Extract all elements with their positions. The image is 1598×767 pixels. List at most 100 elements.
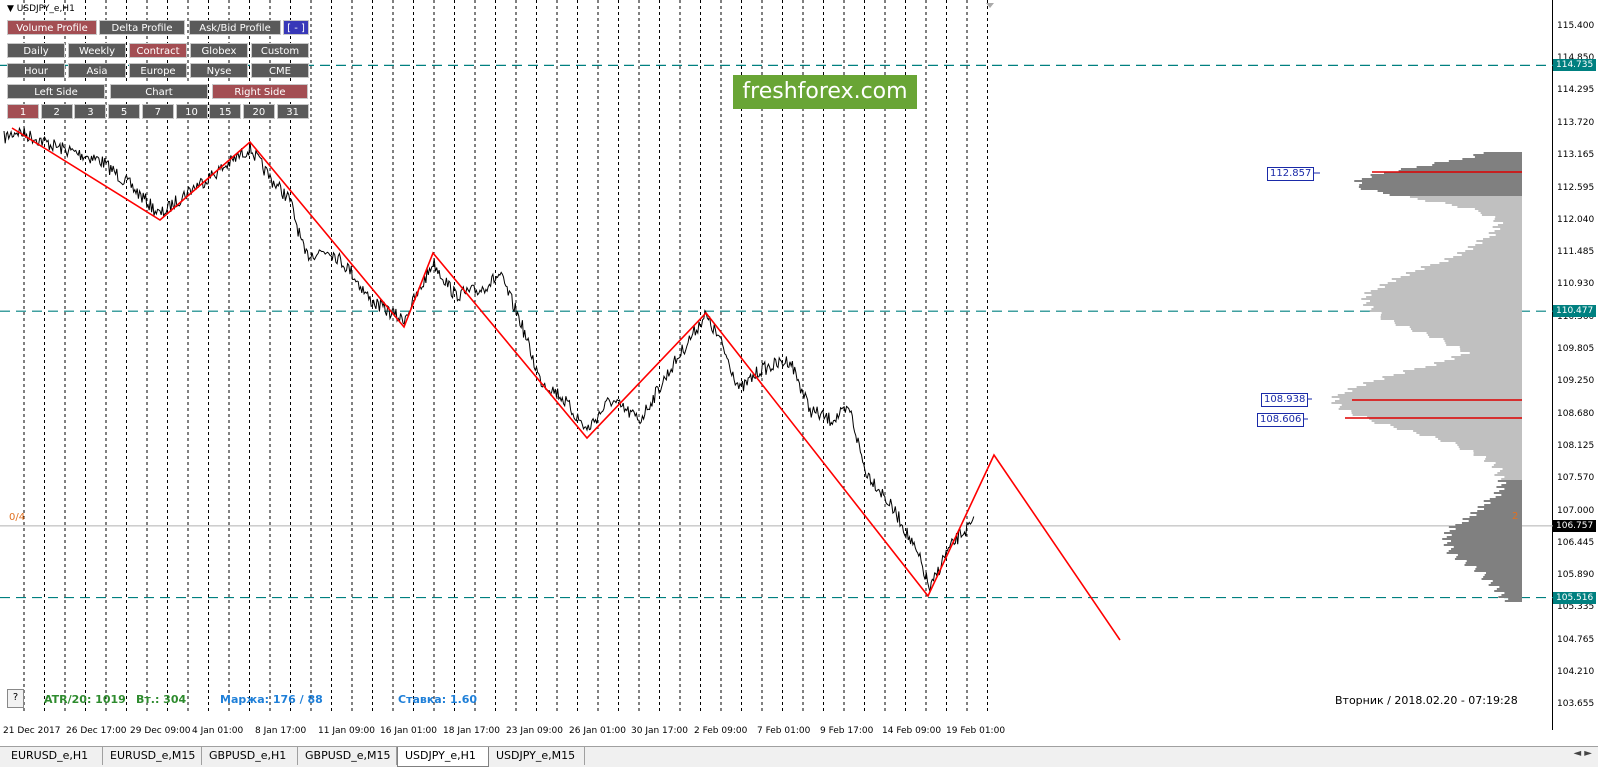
- volume-profile-bar: [1370, 290, 1522, 292]
- count-7-button[interactable]: 20: [242, 104, 275, 119]
- count-2-button[interactable]: 3: [74, 104, 107, 119]
- volume-profile-bar: [1496, 486, 1522, 488]
- count-3-button[interactable]: 5: [108, 104, 141, 119]
- price-tick-label: 104.210: [1557, 666, 1595, 677]
- volume-profile-bar: [1404, 372, 1522, 374]
- mode-1-button[interactable]: Delta Profile: [99, 20, 185, 35]
- volume-profile-bar: [1409, 326, 1522, 328]
- volume-profile-bar: [1506, 482, 1522, 484]
- session-1-button[interactable]: Asia: [68, 63, 126, 78]
- volume-profile-bar: [1457, 554, 1522, 556]
- volume-profile-bar: [1389, 194, 1522, 196]
- volume-profile-bar: [1395, 324, 1522, 326]
- volume-profile-bar: [1444, 360, 1522, 362]
- volume-profile-bar: [1400, 168, 1522, 170]
- volume-profile-bar: [1474, 208, 1522, 210]
- chart-area[interactable]: ▼ USDJPY_e,H1 Volume Profile Delta Profil…: [0, 0, 1553, 730]
- volume-profile-bar: [1415, 270, 1522, 272]
- freshforex-logo: freshforex.com: [733, 75, 917, 109]
- volume-profile-bar: [1409, 196, 1522, 198]
- volume-profile-bar: [1432, 164, 1522, 166]
- time-tick-label: 14 Feb 09:00: [882, 726, 942, 736]
- volume-profile-bar: [1412, 330, 1522, 332]
- volume-profile-bar: [1416, 166, 1522, 168]
- mode-2-button[interactable]: Ask/Bid Profile: [189, 20, 281, 35]
- period-1-button[interactable]: Weekly: [68, 43, 126, 58]
- volume-profile-bar: [1417, 198, 1522, 200]
- tab-scroll-arrows-icon[interactable]: ◄ ►: [1573, 748, 1592, 759]
- volume-profile-bar: [1344, 392, 1522, 394]
- period-3-button[interactable]: Globex: [190, 43, 248, 58]
- time-tick-label: 9 Feb 17:00: [820, 726, 874, 736]
- session-3-button[interactable]: Nyse: [190, 63, 248, 78]
- price-tick-label: 109.805: [1557, 343, 1595, 354]
- tab-gbpusd-e-h1[interactable]: GBPUSD_e,H1: [202, 747, 298, 765]
- zigzag-line: [11, 127, 1121, 641]
- session-4-button[interactable]: CME: [251, 63, 309, 78]
- mode-0-button[interactable]: Volume Profile: [7, 20, 97, 35]
- session-0-button[interactable]: Hour: [7, 63, 65, 78]
- volume-profile-bar: [1484, 460, 1522, 462]
- volume-profile-bar: [1473, 450, 1522, 452]
- volume-profile-bar: [1444, 340, 1522, 342]
- volume-profile-bar: [1393, 426, 1522, 428]
- tab-usdjpy-e-m15[interactable]: USDJPY_e,M15: [489, 747, 585, 765]
- price-tick-label: 115.400: [1557, 21, 1595, 31]
- title-dropdown-icon[interactable]: ▼: [7, 4, 14, 14]
- volume-profile-bar: [1469, 352, 1522, 354]
- volume-profile-bar: [1427, 334, 1522, 336]
- price-highlight-label: 114.735: [1553, 59, 1597, 72]
- time-tick-label: 26 Jan 01:00: [569, 726, 626, 736]
- side-0-button[interactable]: Left Side: [7, 84, 105, 99]
- count-4-button[interactable]: 7: [141, 104, 174, 119]
- volume-profile-bar: [1475, 244, 1522, 246]
- profile-level-label: 112.857: [1267, 167, 1315, 181]
- volume-profile-bar: [1451, 204, 1522, 206]
- volume-profile-bar: [1493, 464, 1522, 466]
- volume-profile-bar: [1455, 442, 1522, 444]
- price-tick-label: 114.295: [1557, 84, 1595, 95]
- volume-profile-bar: [1451, 534, 1522, 536]
- volume-profile-bar: [1430, 264, 1522, 266]
- count-8-button[interactable]: 31: [276, 104, 309, 119]
- side-2-button[interactable]: Right Side: [212, 84, 308, 99]
- count-0-button[interactable]: 1: [7, 104, 39, 119]
- price-tick-label: 103.655: [1557, 699, 1595, 709]
- volume-profile-bar: [1495, 496, 1522, 498]
- volume-profile-bar: [1414, 368, 1522, 370]
- tab-usdjpy-e-h1[interactable]: USDJPY_e,H1: [397, 747, 489, 767]
- volume-profile-bar: [1443, 544, 1522, 546]
- period-4-button[interactable]: Custom: [251, 43, 309, 58]
- period-0-button[interactable]: Daily: [7, 43, 65, 58]
- volume-profile-bar: [1494, 230, 1522, 232]
- volume-profile-bar: [1474, 156, 1522, 158]
- volume-profile-bar: [1331, 396, 1522, 398]
- count-1-button[interactable]: 2: [40, 104, 73, 119]
- volume-profile-bar: [1504, 488, 1522, 490]
- side-1-button[interactable]: Chart: [110, 84, 208, 99]
- volume-profile-bar: [1497, 472, 1522, 474]
- volume-profile-bar: [1361, 298, 1522, 300]
- volume-profile-bar: [1453, 546, 1522, 548]
- tab-eurusd-e-h1[interactable]: EURUSD_e,H1: [4, 747, 103, 765]
- time-axis[interactable]: 21 Dec 2017 26 Dec 17:00 29 Dec 09:00 4 Jan…: [0, 725, 1553, 741]
- volume-profile-bar: [1473, 154, 1522, 156]
- volume-profile-bar: [1410, 328, 1522, 330]
- tab-gbpusd-e-m15[interactable]: GBPUSD_e,M15: [298, 747, 397, 765]
- volume-profile-bar: [1478, 210, 1522, 212]
- count-5-button[interactable]: 10: [175, 104, 208, 119]
- mode-3-button[interactable]: [ - ]: [283, 20, 309, 35]
- volume-profile-bar: [1495, 462, 1522, 464]
- period-2-button[interactable]: Contract: [129, 43, 187, 58]
- price-axis[interactable]: 115.400 114.850 114.295 113.720 113.165 112.5…: [1553, 0, 1598, 730]
- count-6-button[interactable]: 15: [209, 104, 242, 119]
- volume-profile-bar: [1495, 216, 1522, 218]
- help-button[interactable]: ?: [7, 689, 24, 708]
- volume-profile-bar: [1394, 320, 1522, 322]
- session-2-button[interactable]: Europe: [129, 63, 187, 78]
- volume-profile-bar: [1377, 190, 1522, 192]
- price-highlight-label: 106.757: [1553, 519, 1597, 532]
- volume-profile-bar: [1438, 438, 1522, 440]
- tab-eurusd-e-m15[interactable]: EURUSD_e,M15: [103, 747, 202, 765]
- volume-profile-bar: [1436, 364, 1522, 366]
